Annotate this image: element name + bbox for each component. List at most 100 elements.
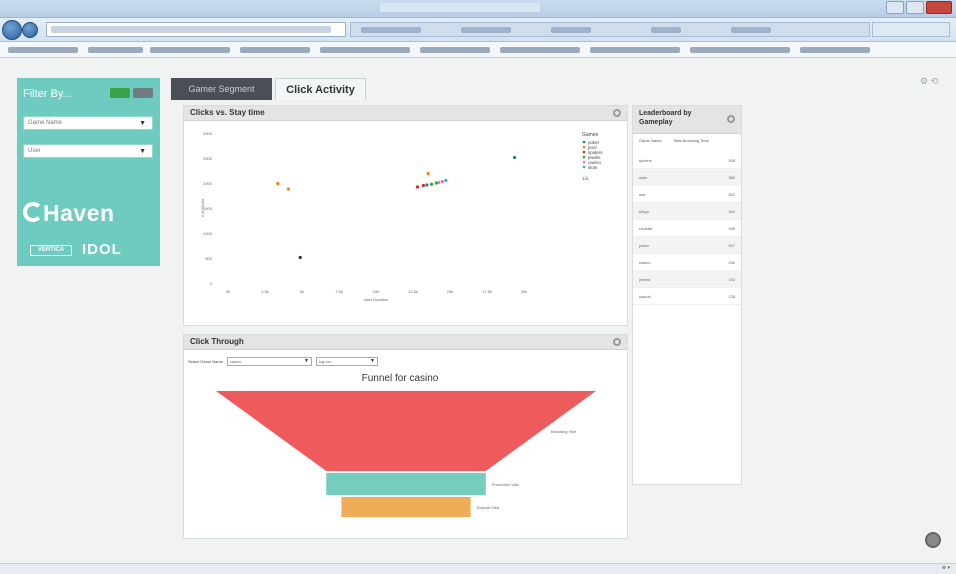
x-tick-label: 2.5k bbox=[261, 289, 269, 294]
filter-title: Filter By... bbox=[23, 88, 72, 100]
leaderboard-row[interactable]: casual 135 bbox=[633, 288, 741, 305]
leaderboard-game: slots bbox=[639, 174, 648, 180]
y-axis-label: # of Clicks bbox=[200, 199, 205, 217]
leaderboard-row[interactable]: bingo 340 bbox=[633, 203, 741, 220]
browser-tab-strip[interactable] bbox=[350, 22, 870, 37]
chevron-down-icon: ▼ bbox=[139, 148, 146, 155]
leaderboard-time: 352 bbox=[728, 191, 735, 197]
leaderboard-row[interactable]: war 352 bbox=[633, 186, 741, 203]
scatter-point bbox=[421, 183, 425, 188]
leaderboard-row[interactable]: jewels 192 bbox=[633, 271, 741, 288]
funnel-stage bbox=[326, 473, 486, 495]
maximize-button[interactable] bbox=[906, 1, 924, 14]
legend-marker bbox=[582, 140, 586, 144]
window-titlebar bbox=[0, 0, 956, 18]
haven-logo-text: Haven bbox=[43, 200, 115, 226]
leaderboard-time: 958 bbox=[728, 157, 735, 163]
scatter-point bbox=[440, 179, 444, 184]
address-bar bbox=[0, 18, 956, 42]
funnel-stage bbox=[341, 497, 471, 517]
legend-label: slots bbox=[588, 165, 598, 170]
scatter-point bbox=[415, 185, 420, 189]
back-button[interactable] bbox=[2, 20, 22, 40]
tab-gamer-segment[interactable]: Gamer Segment bbox=[171, 78, 272, 100]
x-tick-label: 0k bbox=[226, 289, 230, 294]
leaderboard-row[interactable]: spiders 958 bbox=[633, 152, 741, 169]
user-select[interactable]: User ▼ bbox=[23, 144, 153, 158]
url-input[interactable] bbox=[46, 22, 346, 37]
funnel-panel: Click Through Select Game Name casino ▼ … bbox=[183, 334, 628, 539]
scatter-point bbox=[276, 181, 280, 186]
tab-click-activity[interactable]: Click Activity bbox=[275, 78, 366, 100]
x-tick-label: 17.5k bbox=[482, 289, 492, 294]
url-text bbox=[51, 26, 331, 33]
funnel-controls: Select Game Name casino ▼ log.csv ▼ bbox=[188, 357, 378, 366]
game-name-select[interactable]: Game Name ▼ bbox=[23, 116, 153, 130]
help-button[interactable] bbox=[925, 532, 941, 548]
filter-panel: Filter By... Game Name ▼ User ▼ Haven VE… bbox=[17, 78, 160, 266]
leaderboard-game: roulette bbox=[639, 225, 653, 231]
leaderboard-row[interactable]: poker 327 bbox=[633, 237, 741, 254]
window-title bbox=[380, 3, 540, 12]
scatter-panel-header: Clicks vs. Stay time bbox=[184, 106, 627, 121]
status-bar: ⊕ ▾ bbox=[0, 563, 956, 574]
leaderboard-time: 327 bbox=[728, 242, 735, 248]
page-utility-icons[interactable]: ⚙ ⟲ bbox=[920, 76, 938, 87]
user-placeholder: User bbox=[28, 148, 41, 154]
gear-icon[interactable] bbox=[727, 115, 735, 123]
y-tick-label: 2000 bbox=[203, 181, 213, 186]
x-tick-label: 12.5k bbox=[408, 289, 418, 294]
gear-icon[interactable] bbox=[613, 338, 621, 346]
forward-button[interactable] bbox=[22, 22, 38, 38]
favorites-bar[interactable] bbox=[0, 42, 956, 58]
leaderboard-time: 340 bbox=[728, 208, 735, 214]
scatter-point bbox=[437, 180, 441, 185]
x-tick-label: 20k bbox=[521, 289, 527, 294]
scatter-point bbox=[425, 183, 429, 187]
leaderboard-time: 135 bbox=[728, 293, 735, 299]
legend-title: Games bbox=[582, 132, 599, 138]
leaderboard-row[interactable]: roulette 336 bbox=[633, 220, 741, 237]
leaderboard-game: casual bbox=[639, 293, 651, 299]
leaderboard-row[interactable]: casino 256 bbox=[633, 254, 741, 271]
browser-toolbar-icons[interactable] bbox=[872, 22, 950, 37]
funnel-stage bbox=[216, 391, 596, 471]
leaderboard-time: 336 bbox=[728, 225, 735, 231]
y-tick-label: 1000 bbox=[203, 231, 213, 236]
funnel-panel-title: Click Through bbox=[190, 337, 244, 346]
scatter-panel-title: Clicks vs. Stay time bbox=[190, 108, 265, 117]
y-tick-label: 500 bbox=[205, 256, 212, 261]
funnel-game-value: casino bbox=[229, 359, 242, 364]
scatter-point bbox=[430, 182, 434, 186]
funnel-step-select[interactable]: log.csv ▼ bbox=[315, 357, 378, 366]
leaderboard-panel: Leaderboard by Gameplay Game Name Total … bbox=[632, 105, 742, 485]
funnel-game-select[interactable]: casino ▼ bbox=[226, 357, 312, 366]
funnel-title: Funnel for casino bbox=[362, 373, 439, 384]
col-total-time: Total Browsing Time bbox=[673, 138, 709, 143]
legend-marker bbox=[582, 145, 586, 149]
x-tick-label: 15k bbox=[447, 289, 453, 294]
zoom-level[interactable]: ⊕ ▾ bbox=[942, 565, 950, 571]
chevron-down-icon: ▼ bbox=[303, 358, 309, 364]
apply-filter-button[interactable] bbox=[110, 88, 130, 98]
leaderboard-game: poker bbox=[639, 242, 650, 248]
legend-marker bbox=[582, 155, 586, 159]
leaderboard-row[interactable]: slots 382 bbox=[633, 169, 741, 186]
leaderboard-rows: spiders 958 slots 382 war 352 bingo 340 roulette… bbox=[633, 152, 741, 305]
funnel-stage-label: Browsing Visit bbox=[551, 429, 577, 434]
vertica-logo: VERTICA bbox=[30, 245, 72, 256]
legend-pager: 1/2 bbox=[582, 176, 589, 181]
gear-icon[interactable] bbox=[613, 109, 621, 117]
y-tick-label: 0 bbox=[210, 281, 213, 286]
funnel-step-value: log.csv bbox=[318, 359, 332, 364]
chevron-down-icon: ▼ bbox=[369, 358, 375, 364]
minimize-button[interactable] bbox=[886, 1, 904, 14]
close-window-button[interactable] bbox=[926, 1, 952, 14]
leaderboard-time: 382 bbox=[728, 174, 735, 180]
y-tick-label: 2500 bbox=[203, 156, 213, 161]
leaderboard-game: casino bbox=[639, 259, 651, 265]
leaderboard-title: Leaderboard by Gameplay bbox=[639, 110, 692, 126]
clear-filter-button[interactable] bbox=[133, 88, 153, 98]
select-game-label: Select Game Name bbox=[188, 359, 223, 364]
leaderboard-header: Leaderboard by Gameplay bbox=[633, 106, 741, 134]
